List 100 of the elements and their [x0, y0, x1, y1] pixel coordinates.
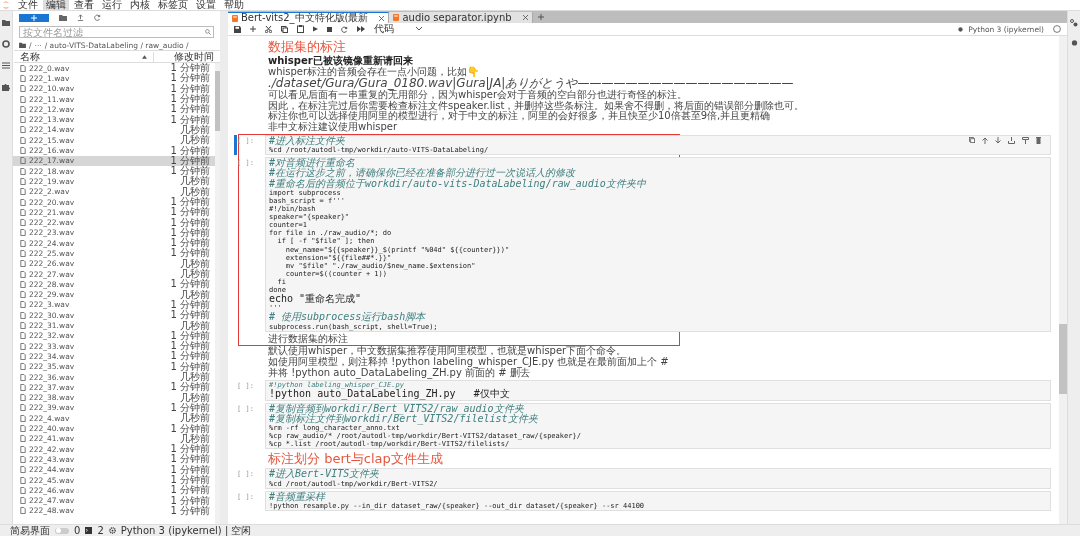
markdown-text: 并将 !python auto_DataLabeling_ZH.py 前面的 # 删去 — [268, 367, 530, 379]
close-icon[interactable] — [379, 15, 385, 21]
insert-above-icon[interactable] — [1008, 136, 1015, 144]
markdown-text: 进行数据集的标注 — [268, 333, 349, 345]
kernel-count: 2 — [97, 525, 104, 536]
modified-time: 1 分钟前 — [170, 475, 210, 485]
modified-time: 1 分钟前 — [170, 495, 210, 506]
modified-time: 1 分钟前 — [170, 454, 210, 465]
code-line: #进入标注文件夹 — [269, 135, 346, 146]
duplicate-icon[interactable] — [969, 137, 975, 144]
caret-icon — [416, 27, 422, 31]
menu-item[interactable]: 运行 — [99, 0, 125, 10]
section-heading: 标注划分 bert与clap文件生成 — [267, 451, 444, 467]
paste-icon[interactable] — [297, 25, 304, 33]
list-icon[interactable] — [2, 62, 10, 69]
mode-label: 简易界面 — [10, 525, 50, 536]
running-icon[interactable] — [2, 40, 10, 48]
tab-label: Bert-vits2_中文特化版(最新 — [241, 13, 369, 23]
add-icon[interactable] — [250, 26, 256, 32]
modified-time: 1 分钟前 — [170, 114, 210, 125]
search-icon — [205, 29, 211, 35]
modified-time: 1 分钟前 — [170, 217, 210, 228]
modified-time: 1 分钟前 — [170, 248, 210, 259]
folder-icon[interactable] — [2, 19, 10, 26]
new-folder-icon[interactable] — [59, 14, 67, 21]
modified-time: 几秒前 — [180, 413, 210, 424]
restart-icon[interactable] — [341, 25, 348, 33]
code-line: echo "重命名完成" — [269, 294, 362, 305]
markdown-text: 非中文标注建议使用whisper — [268, 121, 398, 133]
code-line: #在运行这步之前，请确保你已经在准备部分进行过一次说话人的修改 — [269, 168, 576, 179]
modified-time: 1 分钟前 — [170, 279, 210, 290]
modified-time: 1 分钟前 — [170, 361, 210, 372]
modified-time: 1 分钟前 — [170, 155, 210, 166]
add-tab-icon[interactable] — [537, 14, 544, 20]
move-up-icon[interactable] — [982, 136, 988, 144]
new-launcher-button[interactable] — [19, 13, 49, 22]
code-line: #对音频进行重命名 — [269, 157, 356, 168]
menu-item[interactable]: 查看 — [71, 0, 97, 10]
modified-time: 几秒前 — [180, 124, 210, 135]
modified-time: 1 分钟前 — [170, 464, 210, 475]
modified-time: 1 分钟前 — [170, 207, 210, 218]
fast-forward-icon[interactable] — [357, 26, 365, 32]
code-line: !python auto_DataLabeling_ZH.py #仅中文 — [269, 389, 510, 400]
kernel-status[interactable]: Python 3 (ipykernel) | 空闲 — [120, 525, 252, 536]
code-line: #复制标注文件到workdir/Bert_VITS2/filelist文件夹 — [269, 413, 538, 425]
save-icon[interactable] — [234, 25, 241, 33]
cut-icon[interactable] — [265, 25, 272, 33]
markdown-text: 默认使用whisper，中文数据集推荐使用阿里模型，也就是whisper下面个命令。 — [268, 346, 627, 357]
modified-time: 几秒前 — [180, 186, 210, 197]
modified-time: 1 分钟前 — [170, 63, 210, 74]
code-line: #进入Bert-VITS文件夹 — [269, 469, 380, 480]
modified-time: 1 分钟前 — [170, 310, 210, 321]
menu-item[interactable]: 内核 — [127, 0, 153, 10]
menu-item[interactable]: 文件 — [15, 0, 41, 10]
terminal-icon[interactable] — [85, 527, 93, 534]
menu-item[interactable]: 帮助 — [221, 0, 247, 10]
menu-item[interactable]: 标签页 — [155, 0, 191, 10]
modified-time: 几秒前 — [180, 135, 210, 146]
modified-time: 1 分钟前 — [170, 485, 210, 496]
move-down-icon[interactable] — [995, 136, 1001, 144]
refresh-icon[interactable] — [94, 14, 101, 21]
modified-time: 1 分钟前 — [170, 341, 210, 352]
modified-time: 1 分钟前 — [170, 166, 210, 177]
modified-time: 1 分钟前 — [170, 94, 210, 105]
cell-type-dropdown[interactable]: 代码 — [374, 24, 422, 34]
notebook-tab[interactable]: Bert-vits2_中文特化版(最新 — [228, 12, 390, 23]
copy-icon[interactable] — [281, 25, 288, 33]
section-heading: 数据集的标注 — [267, 39, 347, 54]
modified-time: 1 分钟前 — [170, 73, 210, 84]
markdown-text: 可以看见后面有一串重复的无用部分，因为whisper会对于音频的空白部分也进行奇怪的标注。 — [268, 90, 689, 101]
modified-time: 几秒前 — [180, 258, 210, 269]
insert-below-icon[interactable] — [1022, 136, 1029, 144]
run-icon[interactable] — [313, 26, 318, 32]
upload-icon[interactable] — [77, 14, 84, 21]
toggle-switch[interactable] — [55, 527, 69, 534]
plus-icon — [31, 14, 37, 21]
scrollbar[interactable] — [215, 63, 220, 524]
notebook-tab[interactable]: audio separator.ipynb — [389, 12, 533, 23]
modified-time: 几秒前 — [180, 392, 210, 403]
column-header[interactable]: 名称 — [20, 51, 40, 62]
menu-item[interactable]: 设置 — [193, 0, 219, 10]
code-line: #重命名后的音频位于workdir/auto-vits-DataLabeling/raw_audio文件夹中 — [269, 178, 646, 189]
delete-icon[interactable] — [1036, 136, 1041, 144]
markdown-text: whisper标注的音频会存在一点小问题，比如👇 — [268, 66, 481, 77]
close-icon[interactable] — [522, 15, 528, 20]
modified-time: 1 分钟前 — [170, 83, 210, 94]
puzzle-icon[interactable] — [2, 83, 10, 91]
stop-icon[interactable] — [327, 26, 332, 32]
filter-field[interactable]: 按文件名过滤 — [19, 26, 214, 38]
menu-item[interactable]: 编辑 — [43, 0, 69, 10]
notebook-icon — [232, 14, 238, 22]
column-header[interactable]: 修改时间 — [153, 51, 214, 62]
modified-time: 1 分钟前 — [170, 444, 210, 455]
modified-time: 1 分钟前 — [170, 227, 210, 238]
scrollbar[interactable] — [1059, 36, 1067, 524]
modified-time: 1 分钟前 — [170, 299, 210, 310]
modified-time: 1 分钟前 — [170, 330, 210, 341]
modified-time: 1 分钟前 — [170, 145, 210, 156]
folder-icon[interactable] — [19, 42, 26, 48]
modified-time: 1 分钟前 — [170, 423, 210, 434]
